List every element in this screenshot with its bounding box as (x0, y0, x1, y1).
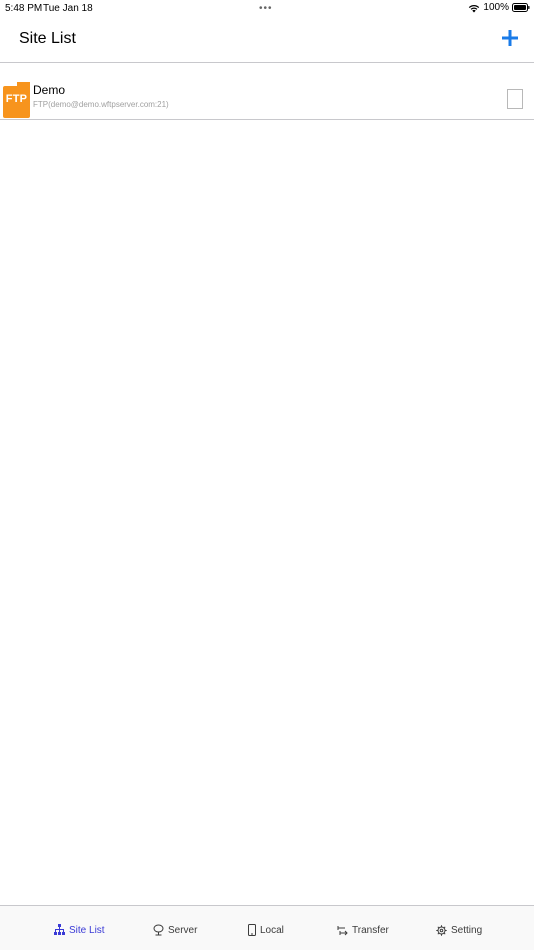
tab-label: Server (168, 924, 198, 936)
phone-icon (248, 924, 256, 936)
tab-setting[interactable]: Setting (436, 922, 482, 938)
status-right: 100% (468, 2, 530, 13)
ftp-folder-icon: FTP (3, 82, 30, 118)
site-detail: FTP(demo@demo.wftpserver.com:21) (33, 100, 169, 109)
status-time: 5:48 PM (5, 3, 43, 14)
battery-icon (512, 3, 530, 12)
tab-transfer[interactable]: Transfer (337, 922, 389, 938)
status-date: Tue Jan 18 (43, 3, 93, 14)
wifi-icon (468, 3, 480, 13)
gear-icon (436, 924, 447, 936)
server-icon (153, 924, 164, 936)
nav-bar: Site List (0, 18, 534, 63)
add-site-button[interactable] (498, 26, 522, 50)
battery-percent: 100% (483, 2, 509, 13)
tab-local[interactable]: Local (248, 922, 284, 938)
multitasking-dots-icon[interactable]: ••• (259, 4, 273, 14)
plus-icon (502, 30, 518, 46)
tab-label: Local (260, 924, 284, 936)
tab-bar: Site List Server Local Transfer Setting (0, 905, 534, 950)
site-list: FTP Demo FTP(demo@demo.wftpserver.com:21… (0, 63, 534, 120)
tab-site-list[interactable]: Site List (54, 922, 105, 938)
site-name: Demo (33, 83, 66, 97)
ftp-icon-label: FTP (5, 93, 28, 105)
list-item[interactable]: FTP Demo FTP(demo@demo.wftpserver.com:21… (0, 63, 534, 120)
tab-label: Setting (451, 924, 483, 936)
site-list-icon (54, 924, 65, 935)
tab-label: Transfer (352, 924, 389, 936)
page-title: Site List (19, 30, 76, 47)
screen: 5:48 PM Tue Jan 18 ••• 100% Site List FT… (0, 0, 534, 950)
status-bar: 5:48 PM Tue Jan 18 ••• 100% (0, 0, 534, 18)
site-select-checkbox[interactable] (507, 89, 523, 109)
tab-label: Site List (69, 924, 105, 936)
transfer-icon (337, 925, 348, 935)
tab-server[interactable]: Server (153, 922, 197, 938)
